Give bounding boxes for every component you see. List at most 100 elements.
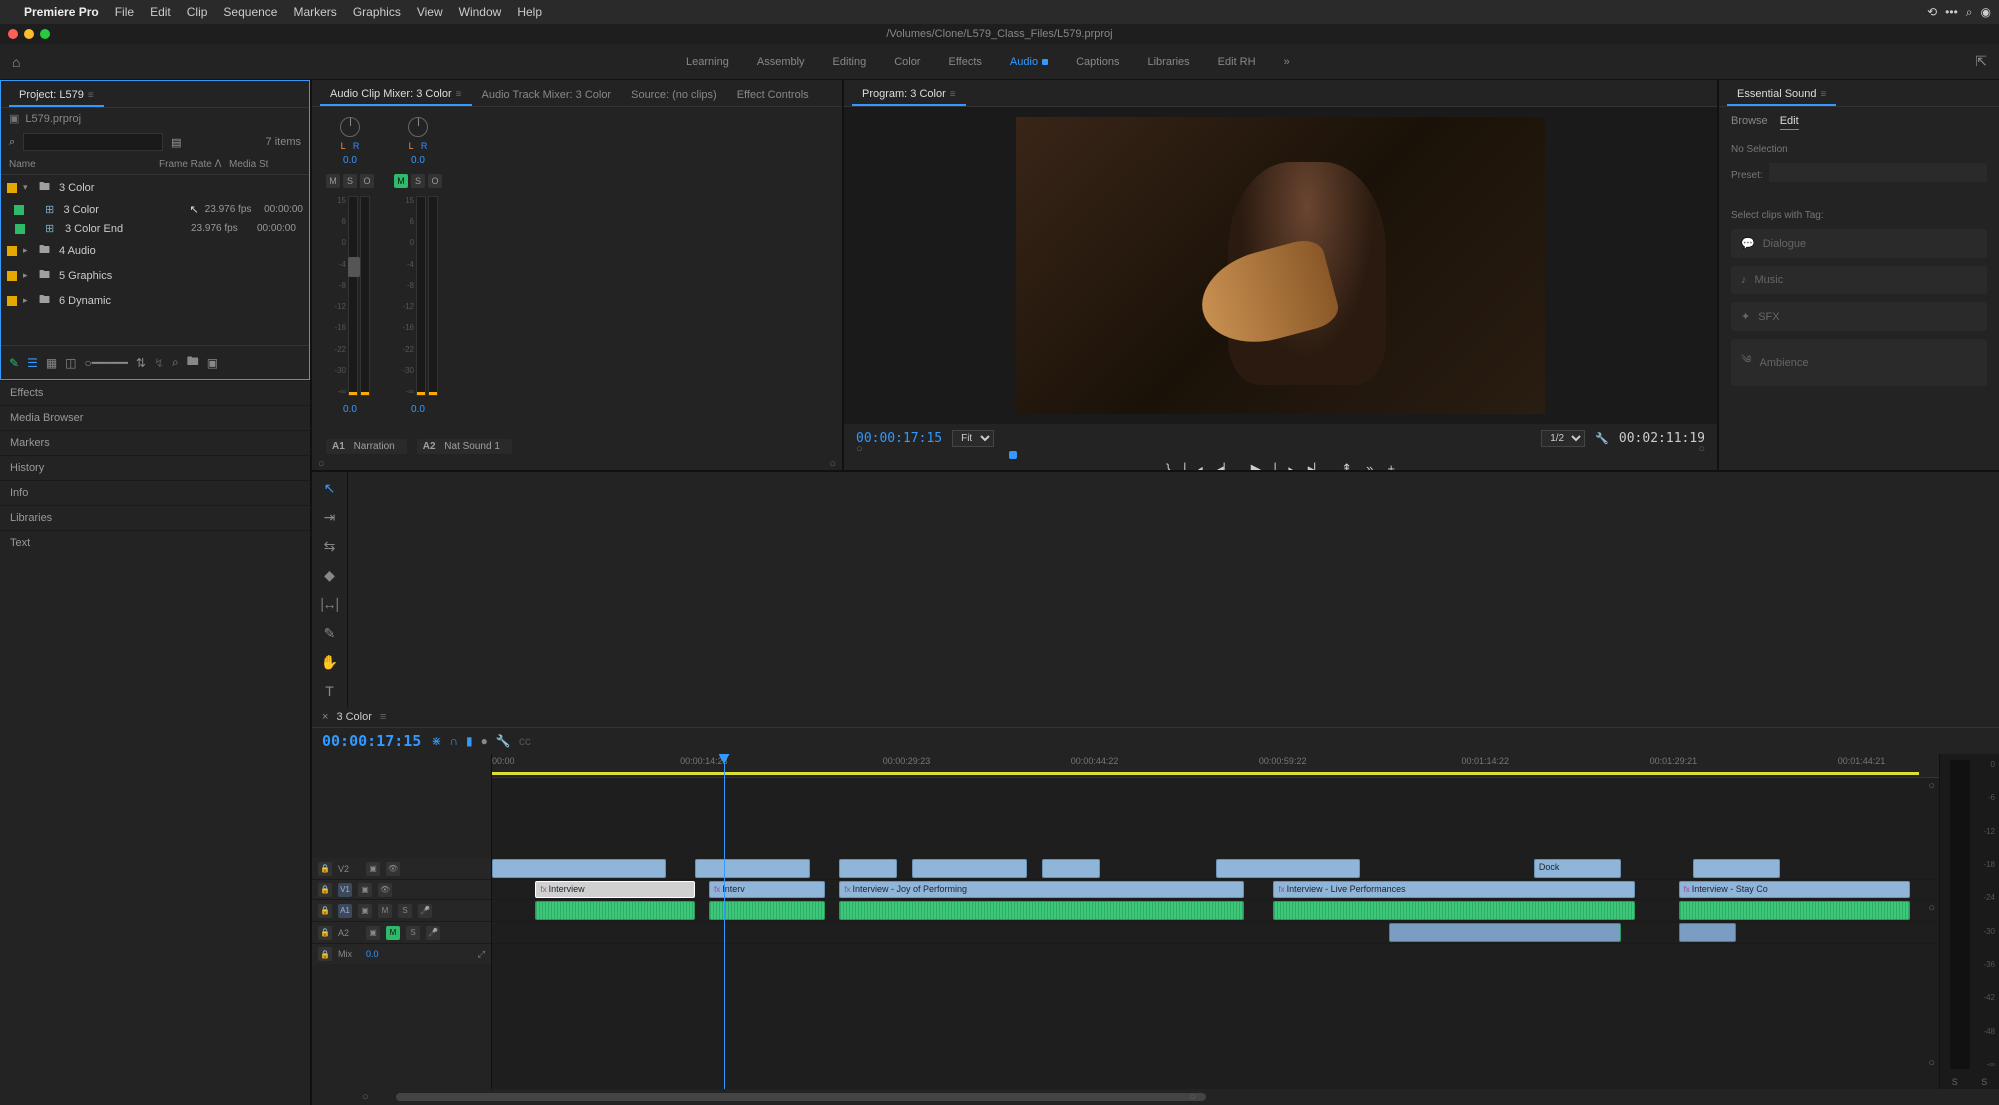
app-name[interactable]: Premiere Pro — [24, 5, 99, 19]
scrub-handle-right[interactable]: ○ — [1698, 443, 1705, 455]
clip[interactable] — [709, 901, 825, 920]
menu-markers[interactable]: Markers — [293, 5, 336, 19]
track-v2[interactable]: Dock — [492, 858, 1939, 880]
track-header-a1[interactable]: 🔒 A1 ▣ M S 🎤 — [312, 900, 491, 922]
ws-libraries[interactable]: Libraries — [1147, 56, 1189, 68]
scroll-handle-right[interactable]: ○ — [829, 458, 836, 470]
lock-icon[interactable]: 🔒 — [318, 904, 332, 918]
mute-button[interactable]: M — [326, 174, 340, 188]
home-icon[interactable]: ⌂ — [12, 54, 20, 70]
solo-icon[interactable]: S — [406, 926, 420, 940]
marker-icon[interactable]: ▮ — [466, 734, 473, 748]
lock-icon[interactable]: 🔒 — [318, 926, 332, 940]
ws-audio[interactable]: Audio — [1010, 56, 1048, 68]
automate-icon[interactable]: ↯ — [154, 356, 164, 370]
pencil-icon[interactable]: ✎ — [9, 356, 19, 370]
clip[interactable] — [839, 901, 1244, 920]
track-header-mix[interactable]: 🔒 Mix 0.0 ⤢ — [312, 944, 491, 964]
scroll-handle-left[interactable]: ○ — [318, 458, 325, 470]
track-header-a2[interactable]: 🔒 A2 ▣ M S 🎤 — [312, 922, 491, 944]
panel-menu-icon[interactable]: ≡ — [456, 89, 462, 100]
scrubber-playhead[interactable] — [1009, 451, 1017, 459]
clip[interactable] — [695, 859, 811, 878]
go-to-out-icon[interactable]: ▸⎸ — [1308, 461, 1328, 470]
settings-icon[interactable]: 🔧 — [1595, 432, 1609, 445]
clip[interactable] — [492, 859, 666, 878]
tab-source[interactable]: Source: (no clips) — [621, 84, 727, 106]
clip[interactable] — [912, 859, 1028, 878]
linked-selection-icon[interactable]: ∩ — [449, 734, 458, 748]
menu-view[interactable]: View — [417, 5, 443, 19]
clip[interactable] — [1679, 901, 1911, 920]
ws-overflow-icon[interactable]: » — [1284, 56, 1290, 68]
ws-learning[interactable]: Learning — [686, 56, 729, 68]
traffic-lights[interactable] — [8, 29, 50, 39]
toggle-output-icon[interactable]: ▣ — [366, 926, 380, 940]
bin-row[interactable]: ▾ 🖿 3 Color — [1, 175, 309, 200]
tab-audio-clip-mixer[interactable]: Audio Clip Mixer: 3 Color ≡ — [320, 84, 472, 106]
clip[interactable] — [1389, 923, 1621, 942]
timeline-playhead[interactable] — [724, 754, 725, 1089]
ws-captions[interactable]: Captions — [1076, 56, 1119, 68]
sequence-name[interactable]: 3 Color — [336, 711, 371, 723]
clip[interactable]: fxInterv — [709, 881, 825, 898]
vscroll-handle[interactable]: ○ — [1928, 902, 1935, 914]
new-bin-icon[interactable]: ▤ — [171, 136, 181, 149]
preset-dropdown[interactable] — [1769, 163, 1987, 182]
clip[interactable] — [1273, 901, 1635, 920]
clip[interactable]: Dock — [1534, 859, 1621, 878]
menu-sequence[interactable]: Sequence — [223, 5, 277, 19]
project-search-input[interactable] — [23, 133, 163, 151]
timeline-zoom-scrollbar[interactable]: ○ ○ — [312, 1089, 1999, 1105]
track-a1[interactable] — [492, 900, 1939, 922]
menu-help[interactable]: Help — [517, 5, 542, 19]
solo-left[interactable]: S — [1952, 1077, 1958, 1087]
clip[interactable] — [535, 901, 694, 920]
panel-info[interactable]: Info — [0, 480, 310, 505]
add-button-icon[interactable]: + — [1387, 461, 1395, 470]
program-in-timecode[interactable]: 00:00:17:15 — [856, 431, 942, 446]
tag-dialogue[interactable]: 💬Dialogue — [1731, 229, 1987, 258]
solo-right[interactable]: S — [1981, 1077, 1987, 1087]
fit-select[interactable]: Fit — [952, 430, 994, 447]
wrench-icon[interactable]: 🔧 — [496, 734, 511, 748]
voiceover-button[interactable]: O — [360, 174, 374, 188]
minimize-window-icon[interactable] — [24, 29, 34, 39]
solo-button[interactable]: S — [411, 174, 425, 188]
clip[interactable] — [839, 859, 897, 878]
tag-music[interactable]: ♪Music — [1731, 266, 1987, 294]
panel-media-browser[interactable]: Media Browser — [0, 405, 310, 430]
maximize-window-icon[interactable] — [40, 29, 50, 39]
play-icon[interactable]: ▶ — [1251, 461, 1261, 470]
bin-row[interactable]: ▸ 🖿 5 Graphics — [1, 263, 309, 288]
track-label[interactable]: V2 — [338, 864, 360, 874]
pen-tool-icon[interactable]: ✎ — [324, 625, 336, 642]
panel-markers[interactable]: Markers — [0, 430, 310, 455]
expand-icon[interactable]: ▾ — [23, 182, 33, 193]
mark-in-icon[interactable]: } — [1166, 461, 1170, 470]
vscroll-handle[interactable]: ○ — [1928, 780, 1935, 792]
step-forward-icon[interactable]: ⎸▸ — [1275, 461, 1294, 470]
clip[interactable] — [1693, 859, 1780, 878]
panel-menu-icon[interactable]: ≡ — [1821, 89, 1827, 100]
icon-view-icon[interactable]: ▦ — [46, 356, 57, 370]
menu-clip[interactable]: Clip — [187, 5, 208, 19]
zoom-handle-left[interactable]: ○ — [362, 1091, 369, 1103]
tracks-area[interactable]: 00:00 00:00:14:23 00:00:29:23 00:00:44:2… — [492, 754, 1939, 1089]
menu-graphics[interactable]: Graphics — [353, 5, 401, 19]
toggle-output-icon[interactable]: ▣ — [358, 883, 372, 897]
menu-file[interactable]: File — [115, 5, 134, 19]
notifications-icon[interactable]: ◉ — [1981, 5, 1991, 19]
bin-row[interactable]: ▸ 🖿 4 Audio — [1, 238, 309, 263]
sequence-row[interactable]: ⊞ 3 Color ↖ 23.976 fps 00:00:00 — [1, 200, 309, 219]
clip[interactable]: fxInterview - Stay Co — [1679, 881, 1911, 898]
voiceover-icon[interactable]: 🎤 — [418, 904, 432, 918]
timeline-timecode[interactable]: 00:00:17:15 — [322, 732, 421, 750]
track-v1[interactable]: fxInterviewfxIntervfxInterview - Joy of … — [492, 880, 1939, 900]
expand-icon[interactable]: ▸ — [23, 270, 33, 281]
freeform-view-icon[interactable]: ◫ — [65, 356, 76, 370]
panel-history[interactable]: History — [0, 455, 310, 480]
caption-icon[interactable]: cc — [519, 734, 531, 748]
track-header-v2[interactable]: 🔒 V2 ▣ 👁 — [312, 858, 491, 880]
mute-icon[interactable]: M — [386, 926, 400, 940]
